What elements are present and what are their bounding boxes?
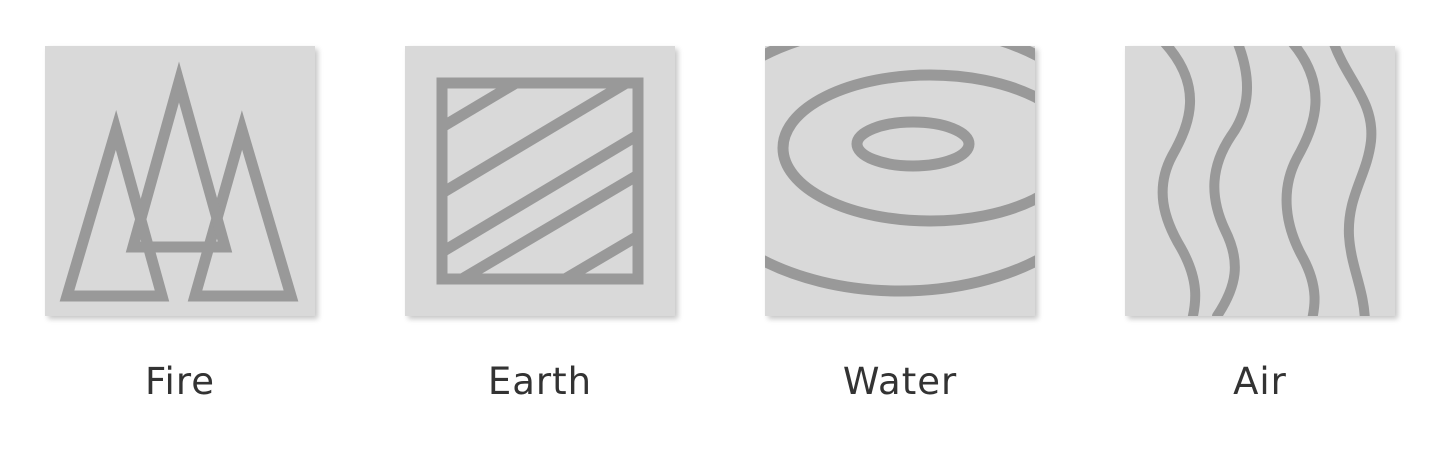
earth-label: Earth bbox=[487, 360, 593, 403]
trees-icon bbox=[59, 61, 299, 302]
earth-tile[interactable] bbox=[405, 46, 675, 316]
water-label: Water bbox=[842, 360, 958, 403]
ripples-icon bbox=[765, 46, 1035, 297]
water-tile[interactable] bbox=[765, 46, 1035, 316]
fire-label: Fire bbox=[144, 360, 216, 403]
hatched-square-icon bbox=[436, 77, 644, 285]
air-tile[interactable] bbox=[1125, 46, 1395, 316]
air-label: Air bbox=[1233, 360, 1287, 403]
waves-icon bbox=[1157, 46, 1377, 316]
fire-tile[interactable] bbox=[45, 46, 315, 316]
